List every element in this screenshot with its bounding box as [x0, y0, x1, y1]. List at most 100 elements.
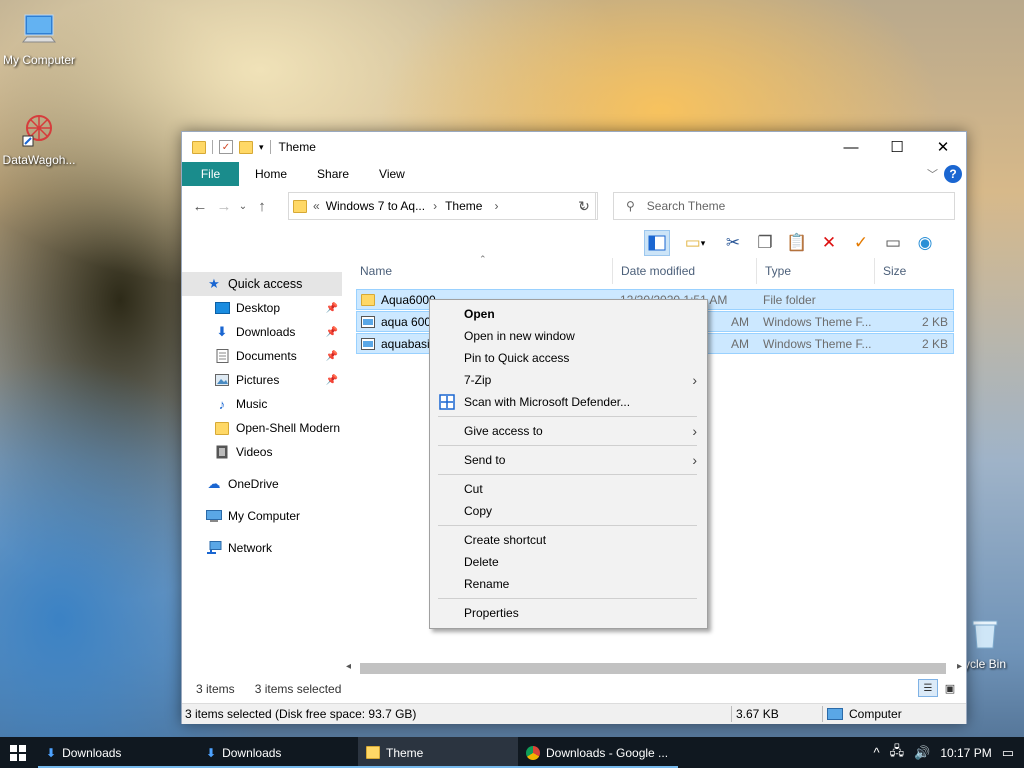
nav-item-quick-access[interactable]: ★ Quick access — [182, 272, 342, 296]
nav-item-onedrive[interactable]: ☁ OneDrive — [182, 472, 342, 496]
nav-item-downloads[interactable]: ⬇ Downloads 📌 — [182, 320, 342, 344]
menu-item-scan-defender[interactable]: Scan with Microsoft Defender... — [430, 391, 707, 413]
search-box[interactable]: ⚲ Search Theme — [613, 192, 955, 220]
theme-file-icon — [361, 315, 375, 328]
tab-view[interactable]: View — [363, 162, 419, 186]
menu-item-open[interactable]: Open — [430, 303, 707, 325]
recycle-bin-icon — [972, 620, 998, 649]
breadcrumb-theme[interactable]: Theme — [445, 199, 482, 213]
breadcrumb-separator-icon[interactable]: › — [433, 199, 437, 213]
address-overflow[interactable]: « — [313, 199, 320, 213]
menu-item-copy[interactable]: Copy — [430, 500, 707, 522]
notifications-icon[interactable]: ▭ — [1002, 745, 1014, 761]
desktop-icon-my-computer[interactable]: My Computer — [0, 12, 78, 67]
status-info: 3 items selected (Disk free space: 93.7 … — [185, 707, 417, 721]
ribbon-tabs: File Home Share View ﹀ ? — [182, 162, 966, 186]
taskbar-button-downloads-2[interactable]: ⬇ Downloads — [198, 737, 358, 768]
search-placeholder: Search Theme — [646, 199, 726, 213]
title-bar[interactable]: ✓ ▾ Theme — ☐ ✕ — [182, 132, 966, 162]
breadcrumb-separator-icon[interactable]: › — [494, 199, 498, 213]
close-button[interactable]: ✕ — [920, 132, 966, 162]
globe-icon[interactable]: ◉ — [912, 230, 938, 256]
address-bar[interactable]: « Windows 7 to Aq... › Theme › ⌄ — [288, 192, 596, 220]
maximize-button[interactable]: ☐ — [874, 132, 920, 162]
tab-share[interactable]: Share — [301, 162, 363, 186]
copy-icon[interactable]: ❐ — [752, 230, 778, 256]
pictures-icon — [214, 373, 230, 387]
menu-item-give-access[interactable]: Give access to › — [430, 420, 707, 442]
window-title: Theme — [278, 140, 316, 154]
paste-icon[interactable]: 📋 — [784, 230, 810, 256]
back-arrow-icon[interactable]: ← — [188, 198, 212, 215]
refresh-button[interactable]: ↻ — [571, 192, 598, 220]
download-icon: ⬇ — [216, 324, 228, 339]
large-icons-view-icon[interactable]: ▣ — [940, 679, 960, 697]
taskbar-button-downloads-1[interactable]: ⬇ Downloads — [38, 737, 198, 768]
volume-icon[interactable]: 🔊 — [914, 745, 930, 761]
minimize-button[interactable]: — — [828, 132, 874, 162]
download-icon: ⬇ — [46, 745, 57, 760]
menu-item-send-to[interactable]: Send to › — [430, 449, 707, 471]
nav-item-open-shell-modern[interactable]: Open-Shell Modern — [182, 416, 342, 440]
menu-item-delete[interactable]: Delete — [430, 551, 707, 573]
column-header-size[interactable]: Size — [875, 258, 955, 284]
properties-check-icon[interactable]: ✓ — [219, 140, 233, 154]
scrollbar-thumb[interactable] — [360, 663, 946, 674]
nav-item-music[interactable]: ♪ Music — [182, 392, 342, 416]
preview-pane-icon[interactable] — [644, 230, 670, 256]
new-folder-menu-icon[interactable]: ▭ ▾ — [676, 230, 714, 256]
tab-home[interactable]: Home — [239, 162, 301, 186]
refresh-icon: ↻ — [578, 197, 590, 214]
taskbar-button-chrome[interactable]: Downloads - Google ... — [518, 737, 678, 768]
column-header-type[interactable]: Type — [757, 258, 875, 284]
customize-qat-dropdown-icon[interactable]: ▾ — [259, 142, 264, 153]
nav-item-pictures[interactable]: Pictures 📌 — [182, 368, 342, 392]
menu-item-rename[interactable]: Rename — [430, 573, 707, 595]
status-bar: 3 items selected (Disk free space: 93.7 … — [182, 703, 966, 724]
show-hidden-icons-icon[interactable]: ^ — [874, 745, 880, 760]
cut-icon[interactable]: ✂ — [720, 230, 746, 256]
scroll-left-icon[interactable]: ◂ — [346, 661, 351, 672]
status-location: Computer — [849, 707, 902, 721]
nav-item-desktop[interactable]: Desktop 📌 — [182, 296, 342, 320]
menu-item-properties[interactable]: Properties — [430, 602, 707, 624]
documents-icon — [214, 349, 230, 363]
taskbar: ⬇ Downloads ⬇ Downloads Theme Downloads … — [0, 737, 1024, 768]
horizontal-scrollbar[interactable]: ◂ ▸ — [344, 660, 964, 677]
breadcrumb-windows7[interactable]: Windows 7 to Aq... — [326, 199, 425, 213]
folder-icon — [366, 746, 380, 759]
forward-arrow-icon[interactable]: → — [212, 198, 236, 215]
recent-locations-chevron-icon[interactable]: ⌄ — [236, 201, 250, 212]
clock[interactable]: 10:17 PM — [940, 746, 991, 760]
nav-item-my-computer[interactable]: My Computer — [182, 504, 342, 528]
new-folder-icon[interactable] — [239, 140, 253, 154]
expand-ribbon-icon[interactable]: ﹀ — [927, 166, 938, 182]
menu-item-open-new-window[interactable]: Open in new window — [430, 325, 707, 347]
pin-icon: 📌 — [325, 374, 338, 386]
nav-item-documents[interactable]: Documents 📌 — [182, 344, 342, 368]
menu-item-pin-quick-access[interactable]: Pin to Quick access — [430, 347, 707, 369]
download-icon: ⬇ — [206, 745, 217, 760]
start-button[interactable] — [0, 737, 38, 768]
network-status-icon[interactable]: 🖧 — [890, 742, 905, 764]
desktop-icon-datawagon[interactable]: DataWagoh... — [0, 112, 78, 167]
menu-item-create-shortcut[interactable]: Create shortcut — [430, 529, 707, 551]
menu-item-7zip[interactable]: 7-Zip › — [430, 369, 707, 391]
tab-file[interactable]: File — [182, 162, 239, 186]
rename-icon[interactable]: ✓ — [848, 230, 874, 256]
column-header-date-modified[interactable]: Date modified — [613, 258, 757, 284]
folder-icon — [214, 421, 230, 435]
up-arrow-icon[interactable]: ↑ — [250, 198, 274, 215]
music-icon: ♪ — [218, 396, 226, 412]
properties-icon[interactable]: ▭ — [880, 230, 906, 256]
nav-item-network[interactable]: Network — [182, 536, 342, 560]
scroll-right-icon[interactable]: ▸ — [957, 661, 962, 672]
details-view-icon[interactable]: ☰ — [918, 679, 938, 697]
nav-item-videos[interactable]: Videos — [182, 440, 342, 464]
column-headers: Name Date modified Type Size — [352, 258, 958, 284]
help-button[interactable]: ? — [944, 165, 962, 183]
delete-icon[interactable]: ✕ — [816, 230, 842, 256]
folder-icon — [361, 293, 375, 306]
taskbar-button-theme[interactable]: Theme — [358, 737, 518, 768]
menu-item-cut[interactable]: Cut — [430, 478, 707, 500]
